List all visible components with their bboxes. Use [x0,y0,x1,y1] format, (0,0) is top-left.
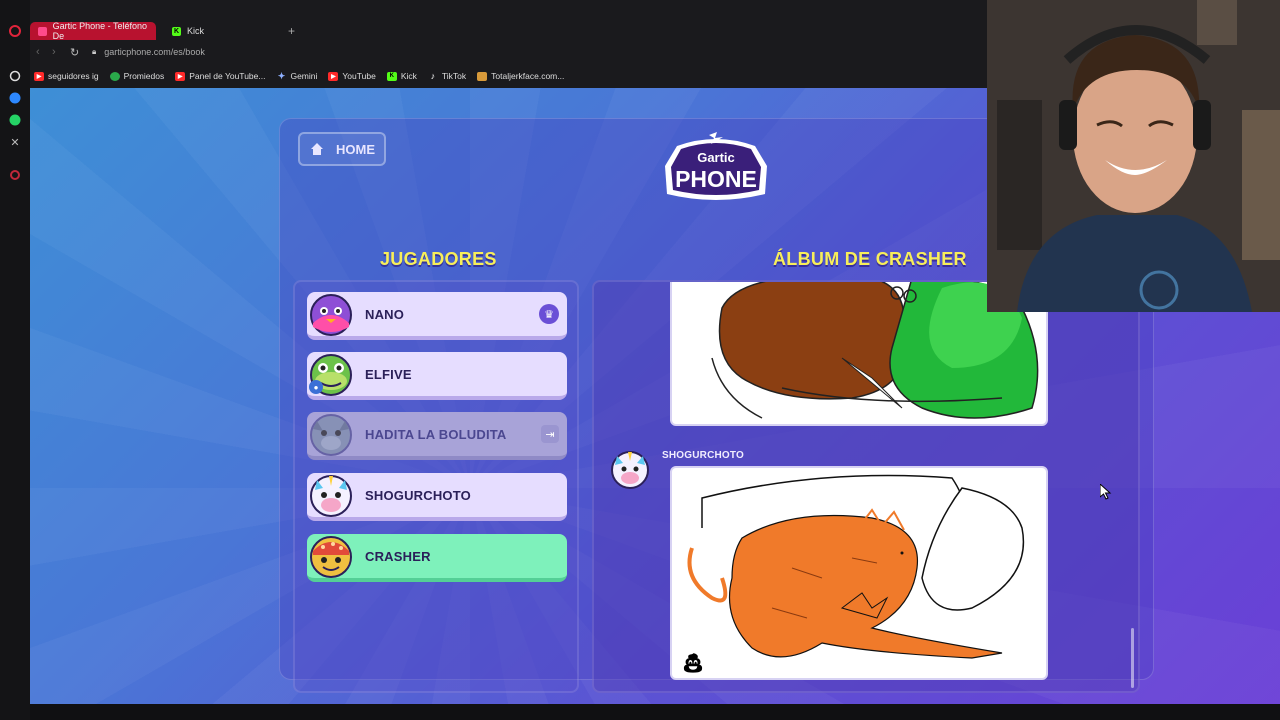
forward-icon[interactable]: › [52,46,56,58]
player-card-crasher[interactable]: CRASHER [307,534,567,582]
home-icon [311,143,323,155]
poop-emoji: 💩︎ [683,647,703,680]
promiedos-icon [109,71,120,81]
logo-top-text: Gartic [697,150,735,165]
tab-kick[interactable]: K Kick [164,22,284,40]
player-card-hadita[interactable]: HADITA LA BOLUDITA ⇥ [307,412,567,460]
sidebar-rail: ✕ [0,0,30,720]
bookmark-item[interactable]: Promiedos [109,71,164,81]
home-button[interactable]: HOME [298,132,386,166]
kick-favicon-icon: K [172,26,181,36]
tab-gartic-phone[interactable]: Gartic Phone - Teléfono De [30,21,156,41]
tab-title: Gartic Phone - Teléfono De [52,21,147,41]
bookmark-item[interactable]: K Kick [386,71,417,81]
youtube-icon: ▶ [34,71,44,81]
youtube-icon: ▶ [328,71,339,81]
url-text: garticphone.com/es/book [104,47,205,57]
bookmark-item[interactable]: ✦ Gemini [276,70,318,82]
tab-title: Kick [187,26,205,36]
gemini-icon: ✦ [277,70,286,81]
browser-window: ✕ Gartic Phone - Teléfono De K Kick + ‹ … [0,0,1280,720]
players-title: JUGADORES [380,249,497,269]
settings-icon[interactable] [8,168,22,182]
exit-icon: ⇥ [541,425,559,443]
player-card-nano[interactable]: NANO ♛ [307,292,567,340]
players-list: NANO ♛ ● ELFIVE HADITA LA BOLUDITA ⇥ SHO… [293,280,579,693]
kick-icon: K [386,71,397,81]
avatar [310,475,352,517]
url-field[interactable]: 🔒︎ garticphone.com/es/book [92,47,205,57]
x-icon[interactable]: ✕ [8,135,22,149]
new-tab-button[interactable]: + [288,24,295,38]
player-card-shogurchoto[interactable]: SHOGURCHOTO [307,473,567,521]
bookmark-item[interactable]: ♪ TikTok [428,71,467,81]
avatar [310,294,352,336]
album-drawing-2: 💩︎ [670,466,1048,680]
youtube-icon: ▶ [175,71,186,81]
player-name: HADITA LA BOLUDITA [365,426,507,442]
totaljerkface-icon [477,71,488,81]
user-icon: ● [309,380,323,394]
bookmarks-bar: ▶ seguidores ig Promiedos ▶ Panel de YouTu… [30,64,990,88]
tiktok-icon: ♪ [430,71,436,81]
player-card-elfive[interactable]: ● ELFIVE [307,352,567,400]
bookmark-item[interactable]: ▶ YouTube [328,71,376,81]
album-title: ÁLBUM DE CRASHER [773,249,967,269]
logo-bottom-text: PHONE [675,166,757,192]
home-label: HOME [336,141,375,157]
reload-icon[interactable]: ↻ [70,46,79,59]
avatar [310,414,352,456]
streamer-webcam-image [987,0,1280,312]
player-name: CRASHER [365,548,431,564]
bookmark-item[interactable]: ▶ Panel de YouTube... [175,71,265,81]
back-icon[interactable]: ‹ [36,46,40,58]
chatgpt-icon[interactable] [8,69,22,83]
author-avatar [611,451,649,489]
opera-icon[interactable] [8,24,22,38]
messenger-icon[interactable] [8,91,22,105]
drawing-canvas: 💩︎ [683,474,1025,680]
lock-icon: 🔒︎ [92,47,97,56]
status-strip [30,704,1280,720]
album-scrollbar[interactable] [1131,628,1134,688]
avatar [310,536,352,578]
crown-icon: ♛ [539,304,559,324]
album-panel: SHOGURCHOTO 💩︎ [592,280,1140,693]
bookmark-item[interactable]: ▶ seguidores ig [34,71,99,81]
author-name: SHOGURCHOTO [662,450,745,461]
player-name: ELFIVE [365,366,412,382]
gartic-favicon-icon [38,26,47,36]
whatsapp-icon[interactable] [8,113,22,127]
mouse-cursor-icon [1100,484,1112,500]
player-name: NANO [365,306,405,322]
webcam-overlay [987,0,1280,312]
gartic-phone-logo: Gartic PHONE [665,132,767,200]
address-bar: ‹ › ↻ 🔒︎ garticphone.com/es/book [30,44,990,64]
bookmark-item[interactable]: Totaljerkface.com... [477,71,564,81]
player-name: SHOGURCHOTO [365,487,471,503]
